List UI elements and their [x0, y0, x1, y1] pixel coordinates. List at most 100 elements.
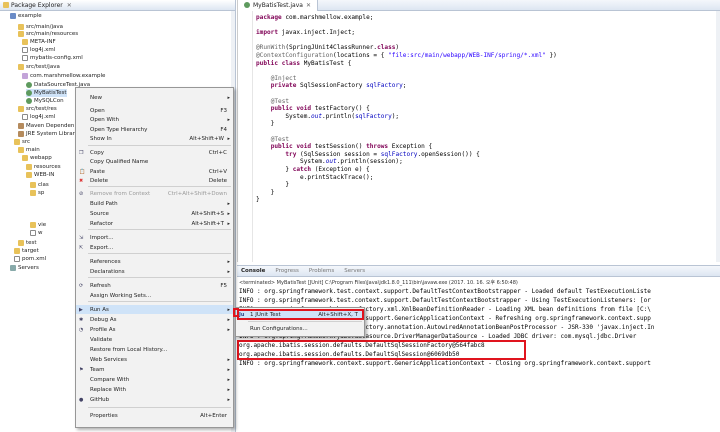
menu-item-import[interactable]: ⇲ Import... [76, 233, 233, 242]
folder-icon [14, 248, 20, 254]
menu-item-refactor[interactable]: Refactor Alt+Shift+T ▸ [76, 219, 233, 228]
tree-item-label: com.marshmellow.example [30, 73, 106, 79]
folder-icon [30, 190, 36, 196]
run-configurations[interactable]: Run Configurations... [236, 324, 364, 333]
tree-item[interactable]: src/main/resources [18, 30, 78, 38]
java-file-icon [26, 82, 32, 88]
tree-item-label: src/test/res [26, 106, 57, 112]
menu-item-export[interactable]: ⇱ Export... [76, 243, 233, 252]
tab-servers[interactable]: Servers [344, 268, 365, 274]
menu-item-github[interactable]: ● GitHub ▸ [76, 395, 233, 404]
submenu-separator [248, 321, 362, 322]
chevron-right-icon: ▸ [227, 316, 230, 323]
menu-item-paste[interactable]: 📋 Paste Ctrl+V [76, 167, 233, 176]
menu-item-references[interactable]: References ▸ [76, 257, 233, 266]
package-explorer-tab[interactable]: Package Explorer ✕ [0, 0, 235, 11]
menu-item-delete[interactable]: ✖ Delete Delete [76, 176, 233, 185]
menu-item-assign-working-sets[interactable]: Assign Working Sets... [76, 291, 233, 300]
folder-icon [18, 240, 24, 246]
menu-item-open[interactable]: Open F3 [76, 106, 233, 115]
menu-item-build-path[interactable]: Build Path ▸ [76, 199, 233, 208]
tree-item[interactable]: pom.xml [14, 255, 46, 263]
tree-item[interactable]: clas [30, 181, 49, 189]
folder-icon [26, 164, 32, 170]
editor-tab-mybatistest[interactable]: MyBatisTest.java ✕ [238, 0, 318, 11]
tree-item-label: log4j.xml [30, 114, 56, 120]
tree-item-label: log4j.xml [30, 47, 56, 53]
java-editor: MyBatisTest.java ✕ package com.marshmell… [237, 0, 720, 262]
tree-item[interactable]: vie [30, 221, 46, 229]
editor-gutter-line [252, 11, 253, 262]
menu-item-show-in[interactable]: Show In Alt+Shift+W ▸ [76, 134, 233, 143]
menu-item-source[interactable]: Source Alt+Shift+S ▸ [76, 209, 233, 218]
folder-icon [14, 139, 20, 145]
menu-item-profile-as[interactable]: ◔ Profile As ▸ [76, 325, 233, 334]
menu-item-debug-as[interactable]: ✱ Debug As ▸ [76, 315, 233, 324]
menu-item-open-type-hierarchy[interactable]: Open Type Hierarchy F4 [76, 125, 233, 134]
close-icon[interactable]: ✕ [67, 2, 72, 9]
menu-separator [88, 301, 231, 302]
tree-item[interactable]: JRE System Library [18, 130, 78, 138]
tree-item[interactable]: Maven Dependen [18, 122, 74, 130]
project-icon [10, 13, 16, 19]
menu-item-replace-with[interactable]: Replace With ▸ [76, 385, 233, 394]
menu-item-new[interactable]: New ▸ [76, 93, 233, 102]
tree-item[interactable]: log4j.xml [22, 113, 55, 121]
menu-separator [88, 186, 231, 187]
run-as-highlight [233, 308, 239, 317]
editor-scrollbar[interactable] [716, 11, 720, 262]
menu-separator [88, 145, 231, 146]
tree-item[interactable]: META-INF [22, 38, 56, 46]
tree-item[interactable]: WEB-IN [26, 171, 54, 179]
menu-item-validate[interactable]: Validate [76, 335, 233, 344]
tree-item[interactable]: webapp [22, 154, 52, 162]
chevron-right-icon: ▸ [227, 268, 230, 275]
junit-test-highlight [237, 309, 364, 320]
tree-item[interactable]: target [14, 247, 39, 255]
tree-item[interactable]: resources [26, 163, 61, 171]
tree-item[interactable]: src [14, 138, 30, 146]
menu-item-run-as[interactable]: ▶ Run As ▸ [76, 305, 233, 314]
tree-item[interactable]: mybatis-config.xml [22, 54, 83, 62]
tree-item[interactable]: example [10, 12, 42, 20]
menu-item-refresh[interactable]: ⟳ Refresh F5 [76, 281, 233, 290]
menu-item-copy-qualified-name[interactable]: Copy Qualified Name [76, 157, 233, 166]
console-line: INFO : org.springframework.test.context.… [239, 288, 651, 295]
menu-item-open-with[interactable]: Open With ▸ [76, 115, 233, 124]
chevron-right-icon: ▸ [227, 326, 230, 333]
tree-item[interactable]: MyBatisTest [26, 89, 67, 97]
tab-console[interactable]: Console [241, 268, 265, 274]
tab-problems[interactable]: Problems [309, 268, 334, 274]
tree-item[interactable]: src/test/java [18, 63, 60, 71]
menu-item-properties[interactable]: Properties Alt+Enter [76, 411, 233, 420]
tree-item[interactable]: log4j.xml [22, 46, 55, 54]
menu-item-team[interactable]: ⚑ Team ▸ [76, 365, 233, 374]
tree-item[interactable]: main [18, 146, 40, 154]
tree-item[interactable]: sp [30, 189, 44, 197]
tree-item[interactable]: com.marshmellow.example [22, 72, 105, 80]
close-icon[interactable]: ✕ [306, 2, 311, 9]
tree-item-label: webapp [30, 155, 52, 161]
chevron-right-icon: ▸ [227, 94, 230, 101]
tree-item-label: Servers [18, 265, 39, 271]
remove-context-icon: ⊘ [79, 190, 84, 197]
menu-item-copy[interactable]: ❐ Copy Ctrl+C [76, 148, 233, 157]
tab-progress[interactable]: Progress [275, 268, 298, 274]
menu-item-compare-with[interactable]: Compare With ▸ [76, 375, 233, 384]
tree-item[interactable]: src/test/res [18, 105, 57, 113]
menu-item-remove-from-context[interactable]: ⊘ Remove from Context Ctrl+Alt+Shift+Down [76, 189, 233, 198]
menu-item-declarations[interactable]: Declarations ▸ [76, 267, 233, 276]
menu-item-restore-from-local-history[interactable]: Restore from Local History... [76, 345, 233, 354]
folder-icon [22, 155, 28, 161]
tree-item-label: WEB-IN [34, 172, 55, 178]
tree-item[interactable]: MySQLCon [26, 97, 64, 105]
tree-item[interactable]: w [30, 229, 43, 237]
tree-item-label: mybatis-config.xml [30, 55, 83, 61]
menu-item-web-services[interactable]: Web Services ▸ [76, 355, 233, 364]
tree-item[interactable]: Servers [10, 264, 39, 272]
tree-item[interactable]: test [18, 239, 37, 247]
console-tab-bar: Console Progress Problems Servers [237, 266, 720, 277]
code-line: } [256, 181, 290, 189]
refresh-icon: ⟳ [79, 282, 84, 289]
code-area[interactable]: package com.marshmellow.example; import j… [238, 11, 720, 262]
